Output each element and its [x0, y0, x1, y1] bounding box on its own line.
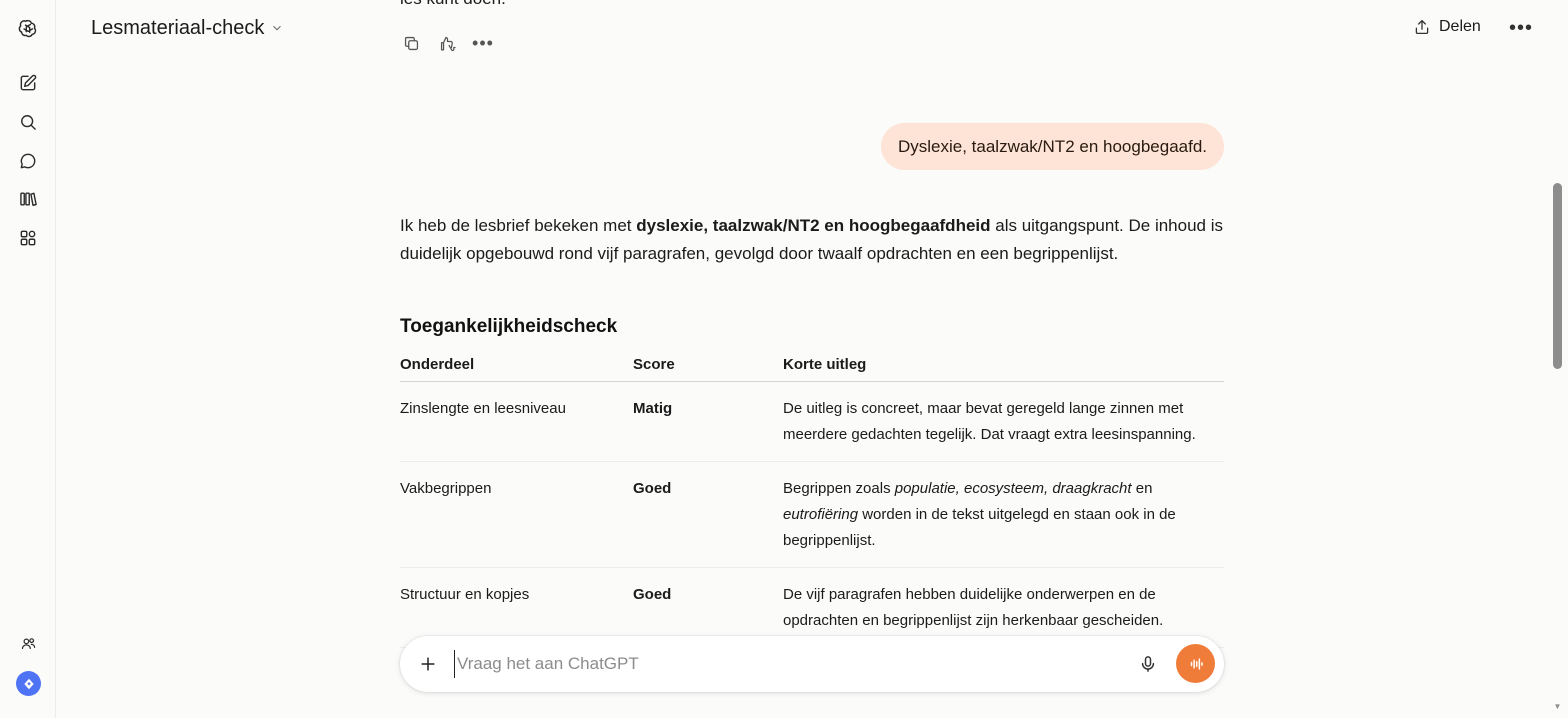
waveform-icon [1190, 657, 1203, 670]
chats-icon[interactable] [14, 147, 42, 175]
group-icon[interactable] [14, 629, 42, 657]
table-cell-score: Goed [633, 461, 783, 568]
ellipsis-icon: ••• [1508, 16, 1533, 39]
prompt-input[interactable] [454, 650, 1114, 678]
table-row: Zinslengte en leesniveau Matig De uitleg… [400, 381, 1224, 462]
table-cell-explanation: Begrippen zoals populatie, ecosysteem, d… [783, 461, 1224, 568]
table-header: Onderdeel [400, 352, 633, 382]
apps-icon[interactable] [14, 224, 42, 252]
header: Lesmateriaal-check Delen ••• [56, 0, 1554, 56]
table-cell-score: Matig [633, 381, 783, 462]
table-cell-explanation: De uitleg is concreet, maar bevat gerege… [783, 381, 1224, 462]
table-cell-part: Zinslengte en leesniveau [400, 381, 633, 462]
new-chat-icon[interactable] [14, 69, 42, 97]
composer [400, 636, 1224, 692]
explanation-terms: populatie, ecosysteem, draagkracht [894, 480, 1132, 497]
sidebar-rail [0, 0, 56, 718]
microphone-icon [1141, 656, 1155, 672]
explanation-text: en [1131, 480, 1153, 497]
table-header-row: Onderdeel Score Korte uitleg [400, 352, 1224, 382]
feedback-button[interactable] [436, 32, 458, 54]
answer-text: Ik heb de lesbrief bekeken met [400, 216, 637, 235]
scrollbar-thumb[interactable] [1553, 183, 1562, 369]
logo-icon[interactable] [14, 14, 42, 42]
explanation-text: Begrippen zoals [783, 480, 895, 497]
answer-bold-text: dyslexie, taalzwak/NT2 en hoogbegaafdhei… [636, 216, 991, 235]
copy-icon [404, 36, 418, 50]
table-header: Score [633, 352, 783, 382]
more-options-button[interactable]: ••• [1506, 14, 1536, 42]
plus-icon [421, 657, 435, 671]
search-icon[interactable] [14, 108, 42, 136]
scroll-down-arrow-icon[interactable]: ▼ [1553, 702, 1562, 711]
section-title: Toegankelijkheidscheck [400, 316, 618, 337]
share-label: Delen [1439, 18, 1481, 35]
thumbs-icon [440, 36, 456, 51]
explanation-term: eutrofiëring [783, 506, 859, 523]
accessibility-table: Onderdeel Score Korte uitleg Zinslengte … [400, 352, 1224, 648]
page-title: Lesmateriaal-check [91, 16, 265, 39]
share-button[interactable]: Delen [1413, 12, 1481, 42]
voice-mode-button[interactable] [1176, 644, 1215, 683]
dictate-button[interactable] [1134, 650, 1162, 678]
chevron-down-icon [273, 25, 282, 31]
library-icon[interactable] [14, 185, 42, 213]
message-actions: ••• [400, 32, 494, 54]
share-icon [1415, 19, 1429, 35]
upgrade-icon[interactable] [16, 671, 41, 696]
copy-button[interactable] [400, 32, 422, 54]
table-row: Vakbegrippen Goed Begrippen zoals popula… [400, 461, 1224, 568]
table-cell-part: Vakbegrippen [400, 461, 633, 568]
table-header: Korte uitleg [783, 352, 1224, 382]
ellipsis-icon: ••• [472, 32, 494, 53]
user-message: Dyslexie, taalzwak/NT2 en hoogbegaafd. [880, 123, 1224, 170]
previous-message-text: les kunt doen. [400, 0, 506, 10]
assistant-answer-intro: Ik heb de lesbrief bekeken met dyslexie,… [400, 212, 1224, 268]
add-attachment-button[interactable] [414, 650, 442, 678]
conversation-title-dropdown[interactable]: Lesmateriaal-check [91, 14, 284, 42]
more-actions-button[interactable]: ••• [472, 32, 494, 54]
